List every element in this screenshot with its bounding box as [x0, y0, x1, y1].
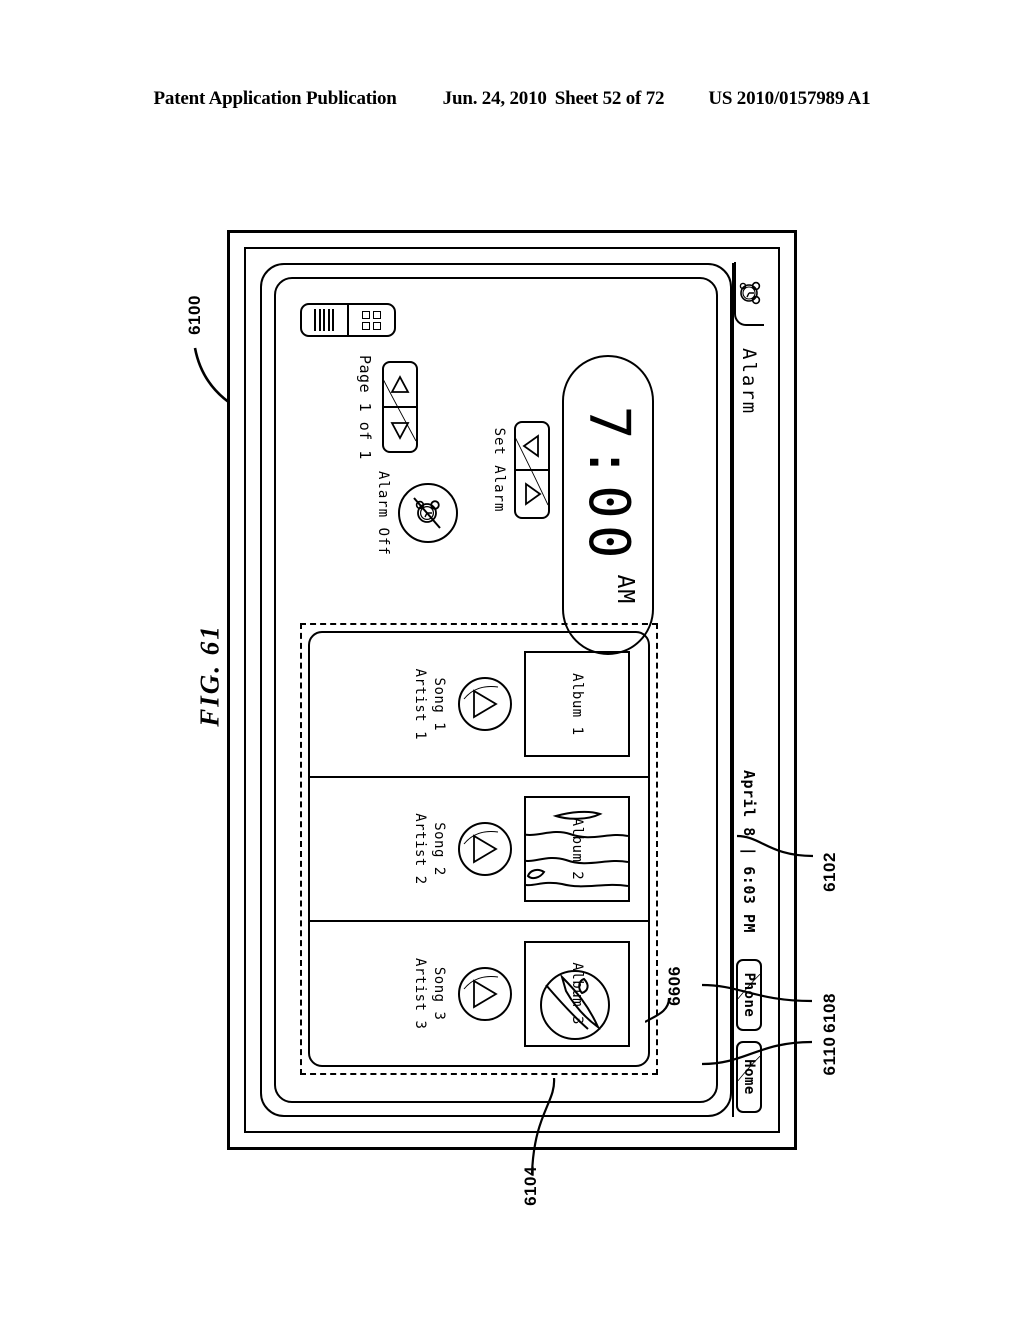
page-navigator: Page 1 of 1: [356, 355, 418, 460]
reference-numeral-6110: 6110: [820, 1036, 839, 1076]
reference-numeral-6108: 6108: [820, 993, 839, 1033]
grid-view-toggle[interactable]: [347, 305, 394, 335]
song-metadata: Song 3 Artist 3: [410, 958, 448, 1029]
phone-button[interactable]: Phone: [736, 959, 762, 1031]
device-inner-bezel: Alarm April 8 | 6:03 PM Phone Home 7:00 …: [244, 247, 780, 1133]
device-outer-bezel: Alarm April 8 | 6:03 PM Phone Home 7:00 …: [227, 230, 797, 1150]
status-separator: |: [740, 846, 758, 857]
pager-gloss-line: [382, 373, 416, 442]
status-datetime: April 8 | 6:03 PM: [740, 770, 758, 933]
alarm-app-icon-tile[interactable]: [734, 262, 764, 326]
alarm-off-toggle[interactable]: Alarm Off: [375, 471, 458, 556]
media-list-item[interactable]: Album 3 Song 3 Artist 3: [310, 920, 648, 1066]
device-drawing: Alarm April 8 | 6:03 PM Phone Home 7:00 …: [227, 230, 797, 1150]
alarm-time-value: 7:00: [576, 405, 641, 565]
status-bar-buttons: Phone Home: [736, 959, 762, 1113]
screen-outline: 7:00 AM Set Alarm Alarm Off Page 1 of 1 …: [260, 263, 732, 1117]
view-mode-switcher: [300, 303, 396, 337]
list-icon: [314, 309, 335, 331]
song-title: Song 1: [431, 677, 447, 732]
album-art[interactable]: Album 2: [524, 796, 630, 902]
home-button[interactable]: Home: [736, 1041, 762, 1113]
reference-numeral-6102: 6102: [820, 852, 839, 892]
album-art[interactable]: Album 1: [524, 651, 630, 758]
play-button[interactable]: [458, 677, 512, 732]
status-date: April 8: [740, 770, 758, 837]
play-button[interactable]: [458, 822, 512, 876]
play-triangle-icon: [473, 979, 498, 1009]
status-time: 6:03 PM: [740, 866, 758, 933]
artist-name: Artist 3: [412, 957, 429, 1030]
phone-button-label: Phone: [741, 972, 757, 1018]
play-button[interactable]: [458, 966, 512, 1021]
patent-number: US 2010/0157989 A1: [708, 88, 871, 109]
song-metadata: Song 1 Artist 1: [410, 669, 448, 740]
play-triangle-icon: [473, 689, 498, 719]
set-alarm-stepper-buttons: [514, 421, 550, 519]
media-list-item[interactable]: Album 1 Song 1 Artist 1: [310, 633, 648, 776]
alarm-off-button[interactable]: [398, 483, 458, 544]
page-indicator-label: Page 1 of 1: [356, 355, 374, 460]
figure-label: FIG. 61: [194, 624, 225, 727]
grid-icon: [362, 310, 381, 330]
album-art-label: Album 1: [569, 673, 585, 736]
screen-inner-outline: 7:00 AM Set Alarm Alarm Off Page 1 of 1 …: [274, 277, 718, 1103]
patent-page-header: Patent Application Publication Jun. 24, …: [0, 88, 1024, 110]
song-title: Song 2: [431, 822, 447, 876]
song-title: Song 3: [431, 966, 447, 1021]
media-list-item[interactable]: Album 2 Song 2 Artist 2: [310, 775, 648, 921]
set-alarm-stepper: Set Alarm: [491, 421, 550, 519]
media-list-panel: Album 1 Song 1 Artist 1 Album 2 Song 2 A…: [308, 631, 650, 1067]
artist-name: Artist 2: [412, 813, 429, 885]
alarm-clock-icon: [739, 281, 761, 305]
screen-content: 7:00 AM Set Alarm Alarm Off Page 1 of 1 …: [290, 293, 668, 1087]
media-list-region: Album 1 Song 1 Artist 1 Album 2 Song 2 A…: [300, 623, 658, 1075]
alarm-time-ampm: AM: [612, 574, 638, 605]
reference-numeral-6104: 6104: [521, 1166, 540, 1206]
page-nav-buttons: [382, 361, 418, 454]
alarm-clock-crossed-icon: [413, 497, 441, 530]
set-alarm-label: Set Alarm: [491, 427, 507, 513]
sheet-number: Sheet 52 of 72: [554, 88, 665, 109]
album-art-label: Album 2: [569, 817, 585, 881]
list-view-toggle[interactable]: [302, 305, 347, 335]
page-title: Alarm: [738, 348, 760, 416]
song-metadata: Song 2 Artist 2: [410, 813, 448, 884]
home-button-label: Home: [741, 1059, 757, 1095]
status-bar: Alarm April 8 | 6:03 PM Phone Home: [732, 262, 764, 1117]
publication-label: Patent Application Publication: [153, 88, 397, 109]
album-art-label: Album 3: [569, 962, 585, 1025]
alarm-off-label: Alarm Off: [375, 471, 391, 556]
stepper-gloss-line: [514, 430, 548, 506]
publication-date: Jun. 24, 2010: [442, 88, 547, 109]
album-art[interactable]: Album 3: [524, 940, 630, 1047]
artist-name: Artist 1: [412, 668, 429, 741]
alarm-time-display: 7:00 AM: [562, 355, 654, 655]
play-triangle-icon: [473, 834, 498, 864]
